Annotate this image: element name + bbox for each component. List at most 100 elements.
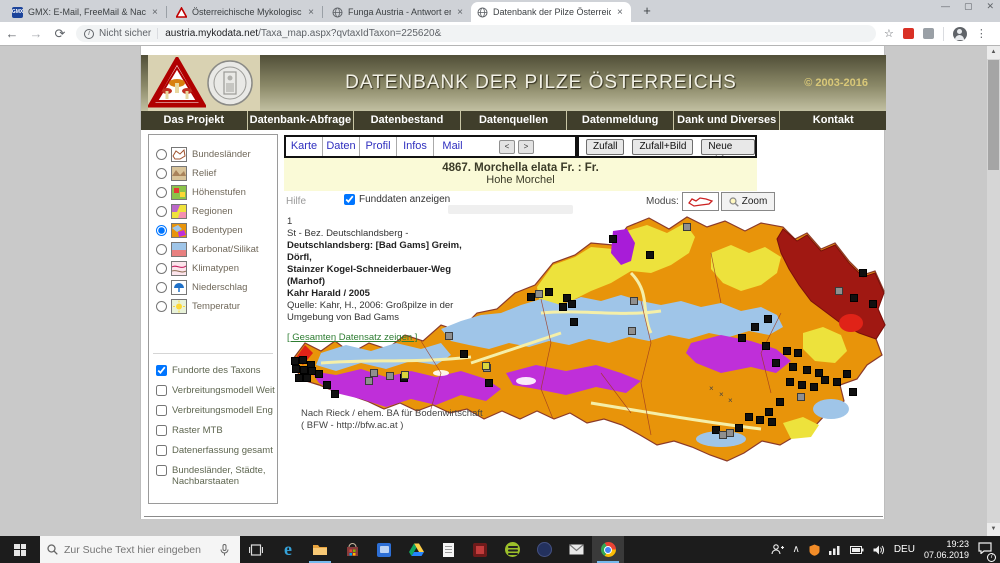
layer-radio-hoehenstufen[interactable] (156, 187, 167, 198)
layer-radio-temperatur[interactable] (156, 301, 167, 312)
red-app-icon (473, 543, 487, 557)
security-label[interactable]: Nicht sicher (99, 28, 151, 39)
overlay-checkbox-modell-eng[interactable] (156, 405, 167, 416)
overlay-checkbox-bundeslaender-staedte[interactable] (156, 465, 167, 476)
taskbar-edge[interactable]: e (272, 536, 304, 563)
action-center-button[interactable]: 7 (978, 541, 992, 559)
forward-button[interactable]: → (24, 26, 48, 41)
help-link[interactable]: Hilfe (286, 196, 306, 207)
show-finds-checkbox[interactable] (344, 194, 355, 205)
antivirus-shield-icon[interactable] (809, 544, 820, 556)
extension-icon-gray[interactable] (923, 28, 934, 39)
nav-das-projekt[interactable]: Das Projekt (141, 111, 248, 130)
network-signal-icon[interactable] (829, 545, 841, 555)
tray-expand-chevron[interactable]: ∧ (793, 544, 800, 555)
nav-datenquellen[interactable]: Datenquellen (461, 111, 568, 130)
overlay-checkbox-datenerfassung[interactable] (156, 445, 167, 456)
zufall-bild-button[interactable]: Zufall+Bild (632, 139, 693, 155)
tab-close-icon[interactable]: × (308, 7, 314, 18)
layer-radio-bodentypen[interactable] (156, 225, 167, 236)
overlay-label: Raster MTB (172, 425, 223, 436)
overlay-checkbox-fundorte[interactable] (156, 365, 167, 376)
people-icon[interactable] (771, 544, 784, 555)
start-button[interactable] (0, 536, 40, 563)
taskbar-mail[interactable] (560, 536, 592, 563)
taskbar-google-drive[interactable] (400, 536, 432, 563)
browser-tab-datenbank-active[interactable]: Datenbank der Pilze Österreichs × (471, 2, 631, 22)
taskbar-blue-circle-app[interactable] (528, 536, 560, 563)
pager-prev-button[interactable]: < (499, 140, 515, 154)
speaker-icon[interactable] (873, 545, 885, 555)
layer-radio-niederschlag[interactable] (156, 282, 167, 293)
overlay-checkbox-raster-mtb[interactable] (156, 425, 167, 436)
keyboard-language-indicator[interactable]: DEU (894, 544, 915, 555)
profile-avatar[interactable] (953, 27, 967, 41)
layer-radio-bundeslaender[interactable] (156, 149, 167, 160)
page-scrollbar[interactable]: ▲ ▼ (987, 46, 1000, 536)
scroll-down-arrow[interactable]: ▼ (987, 523, 1000, 536)
view-tab-daten[interactable]: Daten (323, 137, 360, 156)
pager-next-button[interactable]: > (518, 140, 534, 154)
scroll-up-arrow[interactable]: ▲ (987, 46, 1000, 59)
edge-icon: e (284, 539, 292, 560)
reload-button[interactable]: ⟳ (48, 26, 72, 42)
mykologie-triangle-logo (148, 57, 206, 109)
modus-pan-button[interactable] (682, 192, 719, 211)
taskbar-photos-app[interactable] (368, 536, 400, 563)
view-tab-infos[interactable]: Infos (397, 137, 434, 156)
taskbar-spotify[interactable] (496, 536, 528, 563)
taskbar-file-explorer[interactable] (304, 536, 336, 563)
browser-tab-mykologische[interactable]: Österreichische Mykologische G × (170, 2, 320, 22)
browser-tab-funga[interactable]: Funga Austria - Antwort erstellen × (326, 2, 469, 22)
red-triangle-favicon (176, 7, 187, 18)
modus-zoom-button[interactable]: Zoom (721, 192, 775, 211)
layer-radio-relief[interactable] (156, 168, 167, 179)
taskbar-ms-store[interactable] (336, 536, 368, 563)
taskbar-document-app[interactable] (432, 536, 464, 563)
taskbar-chrome-active[interactable] (592, 536, 624, 563)
layer-radio-klimatypen[interactable] (156, 263, 167, 274)
taskbar-search[interactable] (40, 536, 240, 563)
nav-datenbank-abfrage[interactable]: Datenbank-Abfrage (248, 111, 355, 130)
menu-dots-icon[interactable]: ⋮ (976, 27, 987, 40)
new-tab-button[interactable]: + (638, 3, 656, 18)
view-tab-profil[interactable]: Profil (360, 137, 397, 156)
maximize-button[interactable]: ▢ (964, 1, 973, 12)
bookmark-star-icon[interactable]: ☆ (884, 27, 894, 40)
browser-tab-gmx[interactable]: GMX GMX: E-Mail, FreeMail & Nachric × (6, 2, 164, 22)
minimize-button[interactable]: — (941, 1, 950, 12)
nav-kontakt[interactable]: Kontakt (780, 111, 886, 130)
address-bar[interactable]: i Nicht sicher austria.mykodata.net /Tax… (76, 25, 876, 42)
close-button[interactable]: ✕ (986, 1, 994, 12)
nav-datenbestand[interactable]: Datenbestand (354, 111, 461, 130)
neue-abfrage-button[interactable]: Neue Abfrage (701, 139, 755, 155)
view-tab-mail[interactable]: Mail (434, 137, 471, 156)
nav-dank-und-diverses[interactable]: Dank und Diverses (674, 111, 781, 130)
layer-thumb-relief (171, 166, 187, 181)
battery-icon[interactable] (850, 546, 864, 554)
layer-row-klimatypen: Klimatypen (156, 259, 239, 277)
overlay-checkbox-modell-weit[interactable] (156, 385, 167, 396)
view-tab-karte[interactable]: Karte (286, 137, 323, 156)
site-info-icon[interactable]: i (84, 29, 94, 39)
task-view-button[interactable] (240, 536, 272, 563)
taskbar-red-app[interactable] (464, 536, 496, 563)
tab-close-icon[interactable]: × (152, 7, 158, 18)
back-button[interactable]: ← (0, 26, 24, 41)
scrollbar-thumb[interactable] (988, 60, 999, 170)
layer-label: Temperatur (192, 301, 240, 312)
record-source-2: Umgebung von Bad Gams (287, 312, 477, 324)
microphone-icon[interactable] (220, 544, 229, 556)
layer-radio-regionen[interactable] (156, 206, 167, 217)
taskbar-search-input[interactable] (64, 544, 214, 556)
university-seal (206, 59, 254, 107)
tab-close-icon[interactable]: × (617, 7, 623, 18)
extension-icon-red[interactable] (903, 28, 914, 39)
taskbar-clock[interactable]: 19:23 07.06.2019 (924, 539, 969, 560)
nav-datenmeldung[interactable]: Datenmeldung (567, 111, 674, 130)
layer-radio-karbonat-silikat[interactable] (156, 244, 167, 255)
layer-row-regionen: Regionen (156, 202, 233, 220)
show-full-record-link[interactable]: [ Gesamten Datensatz zeigen ] (287, 332, 417, 343)
tab-close-icon[interactable]: × (457, 7, 463, 18)
zufall-button[interactable]: Zufall (586, 139, 624, 155)
